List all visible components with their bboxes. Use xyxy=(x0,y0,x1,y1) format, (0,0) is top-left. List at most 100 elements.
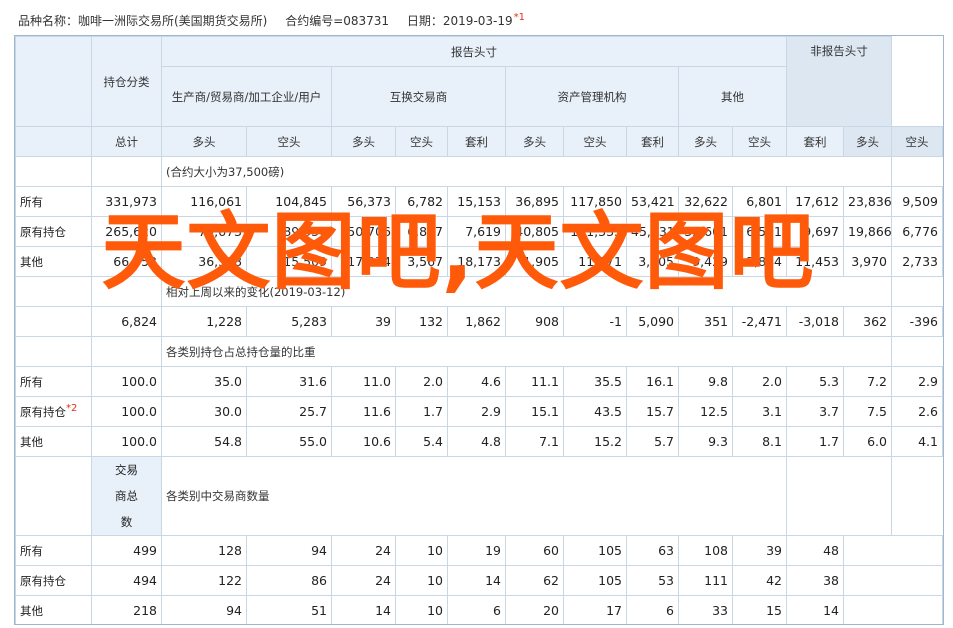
header-row-columns: 总计 多头 空头 多头 空头 套利 多头 空头 套利 多头 空头 套利 多头 空… xyxy=(15,126,943,157)
section-weekly-change: 相对上周以来的变化(2019-03-12) xyxy=(161,276,892,307)
col-total: 总计 xyxy=(91,126,162,157)
table-cell: 7.1 xyxy=(505,426,564,457)
table-cell: 6,782 xyxy=(395,186,448,217)
col-short: 空头 xyxy=(891,126,943,157)
table-cell: 15,153 xyxy=(447,186,506,217)
table-cell: 218 xyxy=(91,595,162,624)
table-cell: 108 xyxy=(678,535,733,566)
table-cell: 908 xyxy=(505,306,564,337)
table-cell: 1,228 xyxy=(161,306,247,337)
table-cell: 10 xyxy=(395,535,448,566)
section-contract-size: (合约大小为37,500磅) xyxy=(161,156,892,187)
table-cell: 2.9 xyxy=(447,396,506,427)
table-cell: 9.8 xyxy=(678,366,733,397)
row-label: 其他 xyxy=(15,426,92,457)
table-cell: 39 xyxy=(331,306,396,337)
table-row: 原有持仓 494 122 86 24 10 14 62 105 53 111 42 38 xyxy=(15,565,943,596)
table-cell: 104,845 xyxy=(246,186,332,217)
table-cell: 10 xyxy=(395,565,448,596)
contract-code: 合约编号=083731 xyxy=(285,14,390,28)
reportable-header: 报告头寸 xyxy=(161,36,787,67)
table-row: 其他 66,353 36,388 15,509 17,074 3,567 18,173 1,9… xyxy=(15,246,943,277)
col-short: 空头 xyxy=(395,126,448,157)
table-cell: 15.2 xyxy=(563,426,627,457)
col-long: 多头 xyxy=(161,126,247,157)
table-cell: 60 xyxy=(505,535,564,566)
table-cell: 20 xyxy=(505,595,564,624)
col-spread: 套利 xyxy=(626,126,679,157)
table-cell: 6,801 xyxy=(732,186,787,217)
table-row: 原有持仓*2 100.0 30.0 25.7 11.6 1.7 2.9 15.1 43.5 15.… xyxy=(15,396,943,427)
table-cell: 31.6 xyxy=(246,366,332,397)
table-cell: 24 xyxy=(331,565,396,596)
table-cell: 3,705 xyxy=(626,246,679,277)
table-cell: 9,509 xyxy=(891,186,943,217)
table-cell: 43.5 xyxy=(563,396,627,427)
table-cell: 6.0 xyxy=(843,426,892,457)
table-cell: 6 xyxy=(447,595,506,624)
table-cell: 15,509 xyxy=(246,246,332,277)
table-cell: 351 xyxy=(678,306,733,337)
table-row: 所有 331,973 116,061 104,845 56,373 6,782 15,153… xyxy=(15,186,943,217)
table-cell: 51 xyxy=(246,595,332,624)
table-cell: 38 xyxy=(786,565,844,596)
table-cell: 66,353 xyxy=(91,246,162,277)
table-cell: 9.3 xyxy=(678,426,733,457)
report-header: 品种名称：咖啡一洲际交易所(美国期货交易所) 合约编号=083731 日期：20… xyxy=(18,12,539,32)
table-cell: 128 xyxy=(161,535,247,566)
table-cell: 6,857 xyxy=(395,216,448,247)
table-cell: 6 xyxy=(626,595,679,624)
table-cell: 62 xyxy=(505,565,564,596)
table-row: 原有持仓 265,620 79,673 89,336 50,706 6,857 7,619 4… xyxy=(15,216,943,247)
col-spread: 套利 xyxy=(447,126,506,157)
table-cell: 362 xyxy=(843,306,892,337)
table-cell: 11.0 xyxy=(331,366,396,397)
table-cell: -1 xyxy=(563,306,627,337)
table-cell: 15.7 xyxy=(626,396,679,427)
table-cell: 12.5 xyxy=(678,396,733,427)
table-row: 其他 100.0 54.8 55.0 10.6 5.4 4.8 7.1 15.2 5.7 9.3 8.… xyxy=(15,426,943,457)
row-label: 所有 xyxy=(15,186,92,217)
row-label: 所有 xyxy=(15,366,92,397)
table-cell: 17,612 xyxy=(786,186,844,217)
table-cell: 11.1 xyxy=(505,366,564,397)
table-cell: 5,090 xyxy=(626,306,679,337)
section-share: 各类别持仓占总持仓量的比重 xyxy=(161,336,892,367)
table-cell: 4.1 xyxy=(891,426,943,457)
table-row: 所有 499 128 94 24 10 19 60 105 63 108 39 48 xyxy=(15,535,943,566)
table-cell: 14 xyxy=(331,595,396,624)
col-short: 空头 xyxy=(246,126,332,157)
table-cell: -396 xyxy=(891,306,943,337)
table-cell: 63 xyxy=(626,535,679,566)
table-cell: 94 xyxy=(246,535,332,566)
col-long: 多头 xyxy=(505,126,564,157)
col-long: 多头 xyxy=(678,126,733,157)
table-cell: 32,622 xyxy=(678,186,733,217)
table-cell: 5,844 xyxy=(732,246,787,277)
table-cell: 2.0 xyxy=(732,366,787,397)
table-cell: 7.5 xyxy=(843,396,892,427)
table-cell: 5.4 xyxy=(395,426,448,457)
row-label xyxy=(15,306,92,337)
table-cell: 10.6 xyxy=(331,426,396,457)
date-footnote: *1 xyxy=(513,12,526,23)
table-cell: 17 xyxy=(563,595,627,624)
col-long: 多头 xyxy=(843,126,892,157)
table-cell: 7.2 xyxy=(843,366,892,397)
table-cell: 25.7 xyxy=(246,396,332,427)
table-cell: 2.9 xyxy=(891,366,943,397)
cot-report-table: 持仓分类 报告头寸 非报告头寸 生产商/贸易商/加工企业/用户 互换交易商 资产… xyxy=(15,36,943,624)
table-cell: 53,421 xyxy=(626,186,679,217)
table-cell: 499 xyxy=(91,535,162,566)
table-cell: 1.7 xyxy=(786,426,844,457)
table-cell: 89,336 xyxy=(246,216,332,247)
cat-other: 其他 xyxy=(678,66,787,127)
row-label: 原有持仓 xyxy=(15,565,92,596)
table-cell: 2.6 xyxy=(891,396,943,427)
table-cell: 3,970 xyxy=(843,246,892,277)
section-row: 各类别持仓占总持仓量的比重 xyxy=(15,336,943,367)
section-row: 交易商总数 各类别中交易商数量 xyxy=(15,456,943,536)
product-name: 品种名称：咖啡一洲际交易所(美国期货交易所) xyxy=(18,14,268,28)
table-cell: 5,283 xyxy=(246,306,332,337)
table-cell: 50,706 xyxy=(331,216,396,247)
